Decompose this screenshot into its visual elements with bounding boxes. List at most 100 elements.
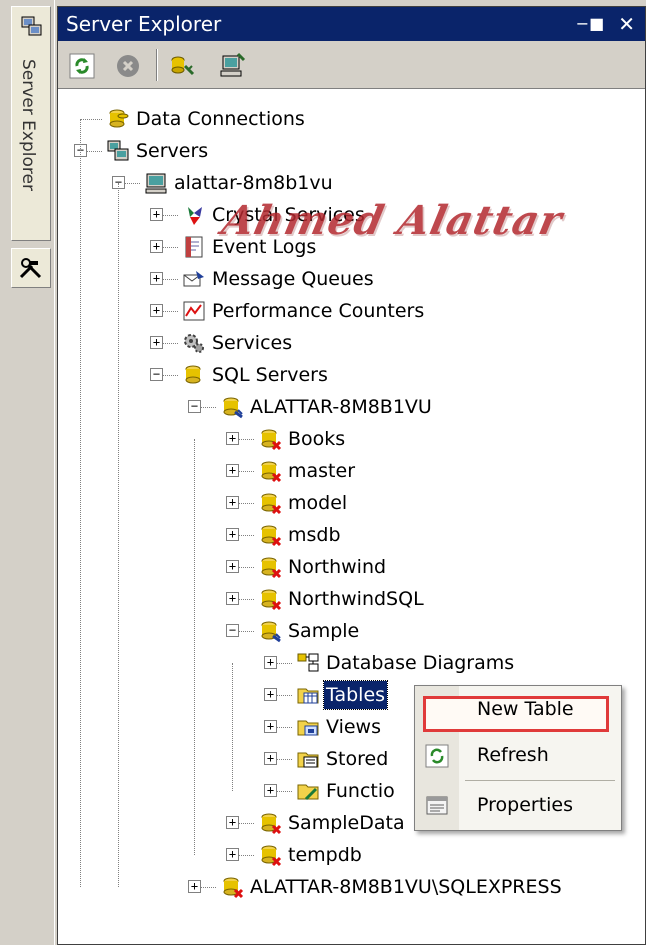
tree-node-label: Performance Counters — [212, 300, 425, 322]
expand-toggle[interactable]: + — [188, 880, 201, 893]
expand-toggle[interactable]: + — [150, 272, 163, 285]
panel-title: Server Explorer — [66, 12, 222, 36]
connect-to-server-icon[interactable] — [218, 52, 246, 80]
refresh-icon[interactable] — [68, 52, 96, 80]
menu-item-label: Properties — [477, 794, 574, 816]
database-connected-icon — [261, 621, 281, 643]
expand-toggle[interactable]: + — [150, 304, 163, 317]
tree-node-db-master[interactable]: + master — [58, 456, 638, 486]
expand-toggle[interactable]: + — [264, 720, 277, 733]
crystal-services-icon — [188, 207, 202, 225]
tree-node-servers[interactable]: − Servers — [58, 136, 638, 166]
expand-toggle[interactable]: + — [264, 752, 277, 765]
tree-node-db-books[interactable]: + Books — [58, 424, 638, 454]
expand-toggle[interactable]: + — [150, 336, 163, 349]
expand-toggle[interactable]: + — [226, 496, 239, 509]
expand-toggle[interactable]: + — [150, 240, 163, 253]
tree-node-database-diagrams[interactable]: + Database Diagrams — [58, 648, 638, 678]
tree-node-event-logs[interactable]: + Event Logs — [58, 232, 638, 262]
tree-guide-line — [232, 663, 233, 791]
tree-guide-line — [80, 136, 81, 887]
connect-to-database-icon[interactable] — [168, 52, 196, 80]
expand-toggle[interactable]: + — [264, 688, 277, 701]
tree-connector — [80, 119, 102, 120]
database-disconnected-icon — [261, 813, 282, 835]
toolbar — [58, 41, 645, 89]
tree-node-db-sample[interactable]: − Sample — [58, 616, 638, 646]
pin-icon[interactable]: −■ — [576, 14, 605, 36]
sql-server-disconnected-icon — [223, 877, 244, 899]
tree-node-message-queues[interactable]: + Message Queues — [58, 264, 638, 294]
close-icon[interactable]: ✕ — [618, 12, 635, 36]
expand-toggle[interactable]: + — [264, 656, 277, 669]
tree-node-label: NorthwindSQL — [288, 588, 424, 610]
tree-node-label: Message Queues — [212, 268, 374, 290]
tree-node-label: Data Connections — [136, 108, 305, 130]
expand-toggle[interactable]: + — [226, 816, 239, 829]
refresh-icon — [425, 744, 449, 768]
database-disconnected-icon — [261, 461, 282, 483]
toolbox-side-tab[interactable] — [11, 248, 51, 288]
menu-item-new-table[interactable]: New Table — [415, 690, 621, 732]
tree-node-data-connections[interactable]: Data Connections — [58, 104, 638, 134]
sql-servers-icon — [185, 365, 201, 384]
tree-node-label: Sample — [288, 620, 360, 642]
tree-node-label: Tables — [322, 680, 389, 710]
toolbar-separator — [156, 49, 158, 81]
server-explorer-side-tab[interactable]: Server Explorer — [11, 6, 51, 241]
menu-item-properties[interactable]: Properties — [415, 786, 621, 826]
menu-item-refresh[interactable]: Refresh — [415, 736, 621, 776]
expand-toggle[interactable]: + — [226, 432, 239, 445]
tree-node-label: Northwind — [288, 556, 387, 578]
menu-separator — [465, 780, 615, 781]
stored-procedures-icon — [297, 752, 319, 768]
tree-node-instance[interactable]: − ALATTAR-8M8B1VU — [58, 392, 638, 422]
title-bar: Server Explorer −■ ✕ — [58, 7, 645, 41]
tree-node-db-northwind[interactable]: + Northwind — [58, 552, 638, 582]
database-disconnected-icon — [261, 493, 282, 515]
tree-node-crystal-services[interactable]: + Crystal Services — [58, 200, 638, 230]
tree-node-label: SampleData — [288, 812, 405, 834]
expand-toggle[interactable]: + — [150, 208, 163, 221]
servers-icon — [107, 140, 129, 161]
tree-node-instance-sqlexpress[interactable]: + ALATTAR-8M8B1VU\SQLEXPRESS — [58, 872, 638, 902]
stop-icon[interactable] — [114, 52, 142, 80]
tree-node-label: Services — [212, 332, 293, 354]
tree-node-db-tempdb[interactable]: + tempdb — [58, 840, 638, 870]
tree-node-performance-counters[interactable]: + Performance Counters — [58, 296, 638, 326]
tree-node-label: ALATTAR-8M8B1VU — [250, 396, 432, 418]
tables-folder-icon — [297, 688, 319, 704]
database-connections-icon — [109, 109, 129, 128]
tree-node-label: ALATTAR-8M8B1VU\SQLEXPRESS — [250, 876, 562, 898]
side-tab-label: Server Explorer — [18, 59, 38, 191]
tree-node-label: Books — [288, 428, 346, 450]
tree-node-machine[interactable]: − alattar-8m8b1vu — [58, 168, 638, 198]
tree-node-label: model — [288, 492, 348, 514]
tree-node-services[interactable]: + Services — [58, 328, 638, 358]
views-folder-icon — [297, 720, 319, 736]
expand-toggle[interactable]: + — [226, 560, 239, 573]
side-strip: Server Explorer — [0, 0, 55, 945]
collapse-toggle[interactable]: − — [188, 400, 201, 413]
tree-node-label: tempdb — [288, 844, 362, 866]
expand-toggle[interactable]: + — [226, 592, 239, 605]
expand-toggle[interactable]: + — [226, 464, 239, 477]
tree-node-db-model[interactable]: + model — [58, 488, 638, 518]
collapse-toggle[interactable]: − — [226, 624, 239, 637]
tree-guide-line — [194, 439, 195, 855]
tree-node-db-msdb[interactable]: + msdb — [58, 520, 638, 550]
tree-node-label: Stored — [326, 748, 389, 770]
database-disconnected-icon — [261, 429, 282, 451]
tree-node-label: master — [288, 460, 356, 482]
tree-node-label: Functio — [326, 780, 395, 802]
expand-toggle[interactable]: + — [264, 784, 277, 797]
tree-node-label: Database Diagrams — [326, 652, 515, 674]
tree-node-sql-servers[interactable]: − SQL Servers — [58, 360, 638, 390]
menu-item-label: New Table — [477, 698, 574, 720]
tree-node-db-northwindsql[interactable]: + NorthwindSQL — [58, 584, 638, 614]
tree-node-label: Views — [326, 716, 381, 738]
tree-node-label: Servers — [136, 140, 209, 162]
expand-toggle[interactable]: + — [226, 528, 239, 541]
expand-toggle[interactable]: + — [226, 848, 239, 861]
collapse-toggle[interactable]: − — [150, 368, 163, 381]
